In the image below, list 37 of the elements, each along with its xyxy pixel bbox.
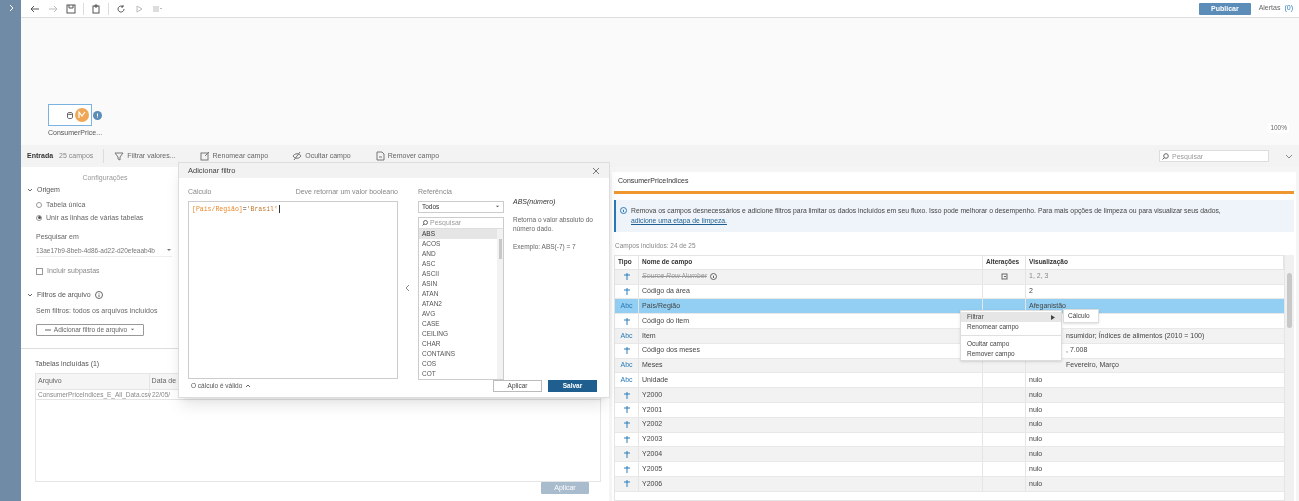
hide-eye-icon bbox=[292, 151, 303, 161]
number-type-icon bbox=[623, 317, 630, 325]
caret-icon bbox=[166, 247, 172, 254]
number-type-icon bbox=[623, 435, 630, 443]
collapse-chevron-icon[interactable] bbox=[405, 284, 411, 293]
collapse-chevron-icon[interactable] bbox=[1285, 152, 1293, 160]
chevron-down-icon bbox=[27, 186, 33, 193]
cylinder-icon bbox=[67, 111, 73, 119]
info-badge-icon bbox=[93, 110, 102, 120]
info-icon bbox=[94, 291, 103, 299]
number-type-icon bbox=[623, 273, 630, 281]
rename-icon bbox=[199, 151, 210, 161]
chevron-down-icon bbox=[27, 292, 33, 298]
number-type-icon bbox=[623, 406, 630, 414]
radio-button[interactable] bbox=[36, 214, 42, 221]
input-node[interactable] bbox=[48, 104, 92, 126]
filter-icon bbox=[114, 151, 125, 161]
info-icon bbox=[709, 273, 717, 281]
submenu-arrow-icon bbox=[1051, 314, 1055, 320]
input-step-icon bbox=[75, 108, 89, 122]
number-type-icon bbox=[623, 421, 630, 429]
info-icon bbox=[620, 207, 627, 214]
caret-icon bbox=[495, 204, 500, 209]
number-type-icon bbox=[623, 287, 630, 295]
number-type-icon bbox=[623, 480, 630, 488]
caret-icon bbox=[130, 327, 136, 333]
close-icon[interactable] bbox=[592, 166, 600, 175]
number-type-icon bbox=[623, 465, 630, 473]
number-type-icon bbox=[623, 450, 630, 458]
search-icon bbox=[422, 220, 428, 226]
number-type-icon bbox=[623, 391, 630, 399]
checkbox[interactable] bbox=[36, 268, 43, 275]
chevron-up-icon bbox=[245, 383, 252, 389]
number-type-icon bbox=[623, 347, 630, 355]
search-icon bbox=[1162, 152, 1169, 160]
remove-document-icon bbox=[374, 151, 385, 161]
minus-icon bbox=[44, 326, 51, 333]
